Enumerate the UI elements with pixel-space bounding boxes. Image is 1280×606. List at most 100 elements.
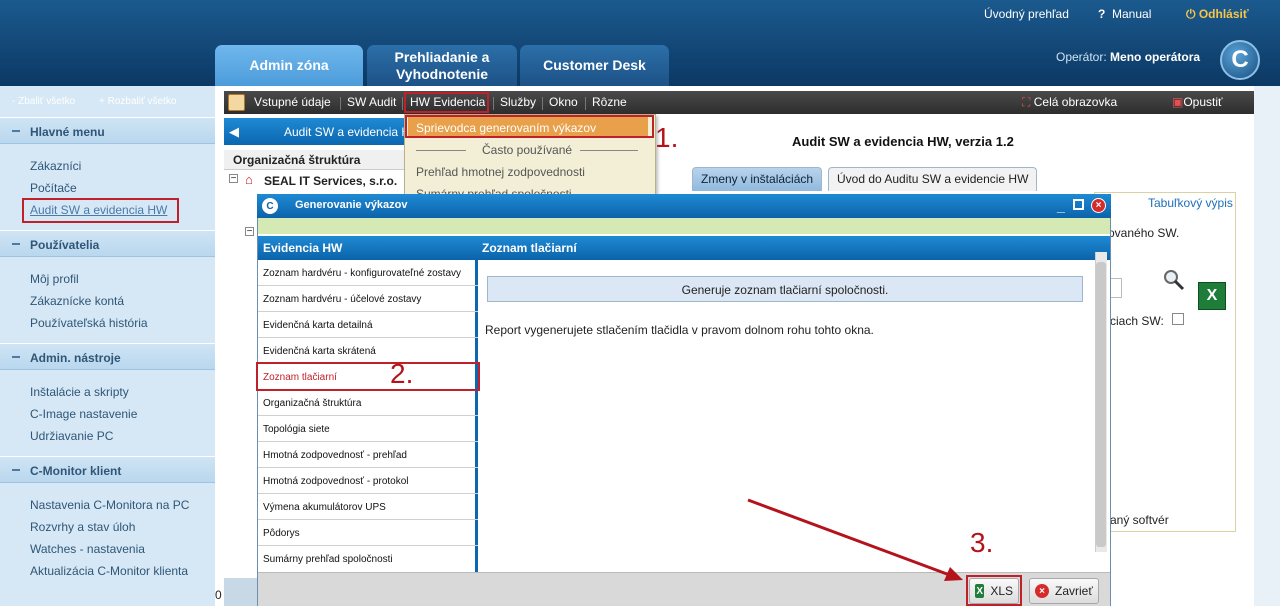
divider <box>580 150 638 151</box>
sidebar-section-cmonitor[interactable]: C-Monitor klient <box>0 456 215 483</box>
sidebar-item-my-profile[interactable]: Môj profil <box>30 272 79 286</box>
dropdown-item-report-wizard[interactable]: Sprievodca generovaním výkazov <box>416 121 596 135</box>
step-2-label: 2. <box>390 358 414 389</box>
arrow-annotation <box>747 498 963 581</box>
manual-label: Manual <box>1112 7 1152 21</box>
list-item[interactable]: Topológia siete <box>258 416 478 442</box>
tree-collapse-icon[interactable]: − <box>245 227 254 237</box>
collapse-all-link[interactable]: - Zbaliť všetko <box>12 96 75 107</box>
section-title: Admin. nástroje <box>30 351 121 365</box>
list-item[interactable]: Pôdorys <box>258 520 478 546</box>
modal-logo-icon: C <box>262 198 278 214</box>
tab-customer-desk[interactable]: Customer Desk <box>520 45 669 86</box>
right-header: Zoznam tlačiarní <box>482 241 577 255</box>
list-item[interactable]: Hmotná zodpovednosť - prehľad <box>258 442 478 468</box>
tab-label: Admin zóna <box>249 57 329 73</box>
close-label: Zavrieť <box>1055 584 1093 598</box>
dropdown-item-liability[interactable]: Prehľad hmotnej zodpovednosti <box>416 165 585 179</box>
sidebar-item-installs[interactable]: Inštalácie a skripty <box>30 385 129 399</box>
list-item[interactable]: Zoznam hardvéru - účelové zostavy <box>258 286 478 312</box>
sidebar-item-user-history[interactable]: Používateľská história <box>30 316 148 330</box>
maximize-icon[interactable] <box>1073 199 1084 210</box>
close-button[interactable]: × Zavrieť <box>1029 578 1099 604</box>
step-3-label: 3. <box>970 527 994 558</box>
breadcrumb-bar: Audit SW a evidencia H <box>224 118 408 145</box>
sidebar-section-users[interactable]: Používatelia <box>0 230 215 257</box>
house-icon: ⌂ <box>245 172 253 187</box>
list-item[interactable]: Sumárny prehľad spoločnosti <box>258 546 478 572</box>
fullscreen-button[interactable]: ⛶ Celá obrazovka <box>1022 95 1117 110</box>
table-view-link[interactable]: Tabuľkový výpis <box>1148 196 1233 210</box>
right-margin <box>1254 86 1280 606</box>
menu-services[interactable]: Služby <box>500 95 536 109</box>
tab-audit-intro[interactable]: Úvod do Auditu SW a evidencie HW <box>828 167 1038 191</box>
sidebar-item-customers[interactable]: Zákazníci <box>30 159 81 173</box>
exit-label: Opustiť <box>1183 95 1223 109</box>
right-text-2: ciach SW: <box>1110 314 1164 328</box>
sidebar-item-customer-accounts[interactable]: Zákaznícke kontá <box>30 294 124 308</box>
tab-browse-evaluate[interactable]: Prehliadanie a Vyhodnotenie <box>367 45 517 86</box>
app-logo: C <box>1220 40 1260 80</box>
tab-install-changes[interactable]: Zmeny v inštaláciách <box>692 167 823 191</box>
manual-link[interactable]: ? Manual <box>1098 7 1151 21</box>
right-text-1: ovaného SW. <box>1108 226 1180 240</box>
tree-collapse-icon[interactable]: − <box>229 174 238 184</box>
exit-button[interactable]: ▣Opustiť <box>1172 95 1223 109</box>
modal-green-bar <box>258 218 1110 234</box>
home-icon[interactable] <box>228 94 245 111</box>
tree-icon-box[interactable] <box>224 578 257 606</box>
highlight-box <box>256 362 480 391</box>
excel-icon[interactable]: X <box>1198 282 1226 310</box>
section-title: Používatelia <box>30 238 100 252</box>
left-number: 0 <box>215 588 222 602</box>
sidebar-item-schedules[interactable]: Rozvrhy a stav úloh <box>30 520 135 534</box>
menu-sw-audit[interactable]: SW Audit <box>347 95 396 109</box>
sidebar-item-cmonitor-settings[interactable]: Nastavenia C-Monitora na PC <box>30 498 189 512</box>
list-item[interactable]: Evidenčná karta skrátená <box>258 338 478 364</box>
minimize-icon[interactable]: _ <box>1057 198 1065 214</box>
breadcrumb: Audit SW a evidencia H <box>284 125 408 139</box>
company-name[interactable]: SEAL IT Services, s.r.o. <box>264 174 397 188</box>
sidebar-item-cmonitor-update[interactable]: Aktualizácia C-Monitor klienta <box>30 564 188 578</box>
page-title: Audit SW a evidencia HW, verzia 1.2 <box>792 134 1014 149</box>
list-item[interactable]: Evidenčná karta detailná <box>258 312 478 338</box>
xls-button[interactable]: X XLS <box>969 578 1019 604</box>
menu-window[interactable]: Okno <box>549 95 578 109</box>
intro-link[interactable]: Úvodný prehľad <box>984 7 1069 21</box>
report-description: Report vygenerujete stlačením tlačidla v… <box>485 323 874 337</box>
help-icon: ? <box>1098 7 1106 21</box>
close-icon[interactable]: × <box>1091 198 1106 213</box>
expand-all-link[interactable]: + Rozbaliť všetko <box>99 96 176 107</box>
scrollbar-thumb[interactable] <box>1096 262 1106 547</box>
checkbox[interactable] <box>1172 313 1184 325</box>
separator <box>402 97 403 110</box>
separator <box>493 97 494 110</box>
search-icon[interactable] <box>1162 268 1185 291</box>
section-title: Hlavné menu <box>30 125 105 139</box>
sidebar-item-cimage[interactable]: C-Image nastavenie <box>30 407 137 421</box>
section-title: C-Monitor klient <box>30 464 122 478</box>
separator <box>340 97 341 110</box>
sidebar-item-audit[interactable]: Audit SW a evidencia HW <box>30 203 167 217</box>
sidebar-section-admin-tools[interactable]: Admin. nástroje <box>0 343 215 370</box>
xls-label: XLS <box>990 584 1013 598</box>
divider <box>416 150 466 151</box>
dropdown-section-label: Často používané <box>482 143 573 157</box>
sidebar-section-main-menu[interactable]: Hlavné menu <box>0 117 215 144</box>
sidebar-item-watches[interactable]: Watches - nastavenia <box>30 542 145 556</box>
menu-input-data[interactable]: Vstupné údaje <box>254 95 331 109</box>
sidebar-item-computers[interactable]: Počítače <box>30 181 77 195</box>
modal-title: Generovanie výkazov <box>295 199 408 211</box>
list-item[interactable]: Zoznam hardvéru - konfigurovateľné zosta… <box>258 260 478 286</box>
list-item[interactable]: Výmena akumulátorov UPS <box>258 494 478 520</box>
list-item[interactable]: Organizačná štruktúra <box>258 390 478 416</box>
logout-link[interactable]: ⏻ Odhlásiť <box>1186 7 1249 22</box>
sidebar-item-pc-maintenance[interactable]: Udržiavanie PC <box>30 429 113 443</box>
back-arrow-icon[interactable]: ◀ <box>229 124 239 140</box>
logo-letter: C <box>1231 46 1249 73</box>
tab-admin-zone[interactable]: Admin zóna <box>215 45 363 86</box>
menu-hw-evidence[interactable]: HW Evidencia <box>410 95 485 109</box>
list-item[interactable]: Hmotná zodpovednosť - protokol <box>258 468 478 494</box>
menu-misc[interactable]: Rôzne <box>592 95 627 109</box>
generate-info-box: Generuje zoznam tlačiarní spoločnosti. <box>487 276 1083 302</box>
